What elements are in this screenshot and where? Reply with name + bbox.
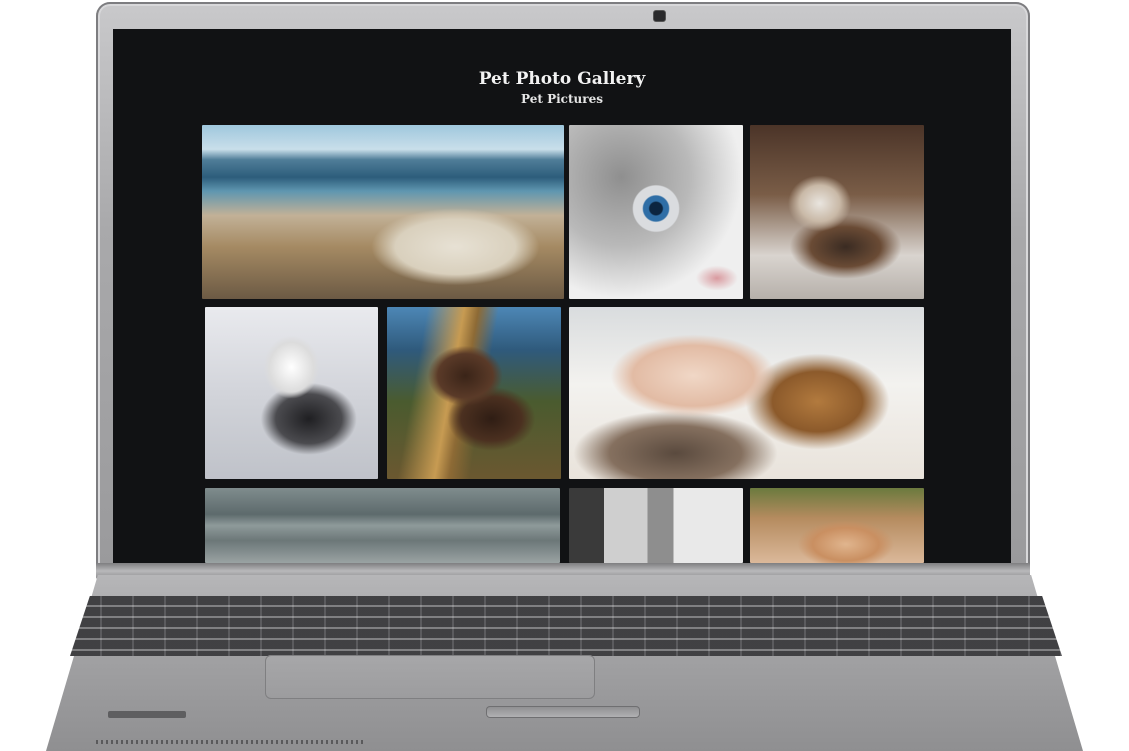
photo-labrador[interactable] (387, 307, 561, 479)
status-indicator (108, 711, 186, 718)
photo-dog-beach[interactable] (202, 125, 564, 299)
page-title: Pet Photo Gallery (478, 69, 646, 89)
speaker-grille (96, 740, 366, 744)
photo-hand-cat[interactable] (569, 307, 924, 479)
touchpad (265, 655, 595, 699)
keyboard (70, 596, 1062, 656)
laptop-screen: Pet Photo Gallery Pet Pictures (113, 29, 1011, 563)
photo-husky[interactable] (205, 307, 378, 479)
webcam-icon (653, 10, 666, 22)
front-latch (486, 706, 640, 718)
photo-steps[interactable] (205, 488, 560, 563)
photo-cat-eye[interactable] (569, 125, 743, 299)
page-subtitle: Pet Pictures (521, 92, 603, 106)
photo-cat-sleeping[interactable] (750, 488, 924, 563)
photo-cat-window[interactable] (569, 488, 743, 563)
photo-kitten[interactable] (750, 125, 924, 299)
